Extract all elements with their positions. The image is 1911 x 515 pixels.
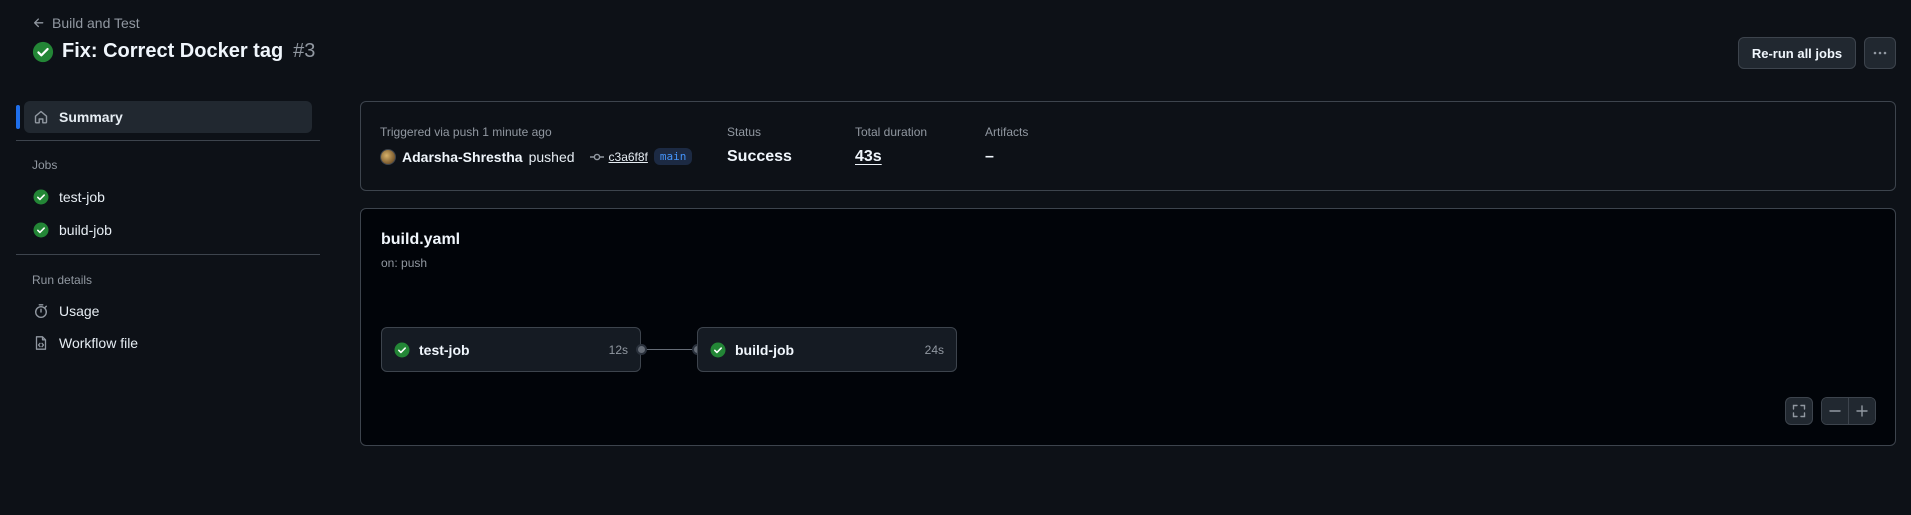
commit-link[interactable]: c3a6f8f [589,149,648,165]
run-summary-card [360,101,1896,191]
push-action: pushed [528,148,575,165]
job-name: test-job [419,341,470,358]
job-connector [641,349,697,350]
sidebar-item-usage[interactable]: Usage [24,295,312,327]
artifacts-value: – [985,148,994,165]
zoom-out-button[interactable] [1822,398,1849,424]
jobs-heading: Jobs [32,158,58,172]
more-options-button[interactable] [1864,37,1896,69]
commit-sha: c3a6f8f [608,149,648,164]
sidebar-divider [16,254,320,255]
check-circle-icon [710,342,726,357]
minus-icon [1829,410,1841,412]
sidebar-item-label: Usage [59,303,100,319]
home-icon [34,110,48,124]
sidebar-item-summary[interactable]: Summary [24,101,312,133]
fullscreen-button[interactable] [1785,397,1813,425]
zoom-in-button[interactable] [1848,398,1875,424]
job-duration: 24s [924,342,944,357]
sidebar-item-build-job[interactable]: build-job [24,214,312,246]
zoom-controls [1821,397,1876,425]
page-title: Fix: Correct Docker tag #3 [32,40,315,63]
status-label: Status [727,125,762,139]
job-node-build-job[interactable]: build-job 24s [697,327,957,372]
rerun-all-jobs-button[interactable]: Re-run all jobs [1738,37,1856,69]
back-link[interactable]: Build and Test [32,15,140,31]
sidebar-divider [16,140,320,141]
status-value: Success [727,148,792,165]
trigger-details: Adarsha-Shrestha pushed c3a6f8f main [380,148,693,165]
trigger-label: Triggered via push 1 minute ago [380,125,552,139]
author-link[interactable]: Adarsha-Shrestha [402,149,523,165]
sidebar-item-label: Summary [59,109,123,125]
stopwatch-icon [34,304,48,319]
git-commit-icon [589,153,604,160]
avatar[interactable] [380,148,396,165]
job-duration: 12s [608,342,628,357]
back-link-label: Build and Test [52,15,140,31]
run-number: #3 [293,40,316,62]
workflow-file-name: build.yaml [381,231,461,248]
sidebar-item-test-job[interactable]: test-job [24,181,312,213]
branch-badge[interactable]: main [653,148,693,165]
job-node-test-job[interactable]: test-job 12s [381,327,641,372]
check-circle-icon [33,189,49,205]
run-details-heading: Run details [32,273,93,287]
workflow-trigger: on: push [381,256,428,270]
duration-label: Total duration [855,125,928,139]
arrow-left-icon [33,18,44,28]
artifacts-label: Artifacts [985,125,1029,139]
sidebar-item-label: test-job [59,189,105,205]
check-circle-icon [394,342,410,357]
kebab-horizontal-icon [1873,51,1887,55]
sidebar-item-label: build-job [59,222,112,238]
check-circle-icon [33,222,49,238]
check-circle-icon [32,41,54,62]
file-code-icon [35,336,47,350]
sidebar-item-workflow-file[interactable]: Workflow file [24,327,312,359]
job-name: build-job [735,341,795,358]
run-title: Fix: Correct Docker tag [62,40,284,62]
duration-value[interactable]: 43s [855,148,882,166]
connector-dot [636,344,647,355]
sidebar-item-label: Workflow file [59,335,139,351]
fullscreen-icon [1792,404,1806,418]
plus-icon [1856,405,1868,417]
active-indicator [16,105,20,129]
